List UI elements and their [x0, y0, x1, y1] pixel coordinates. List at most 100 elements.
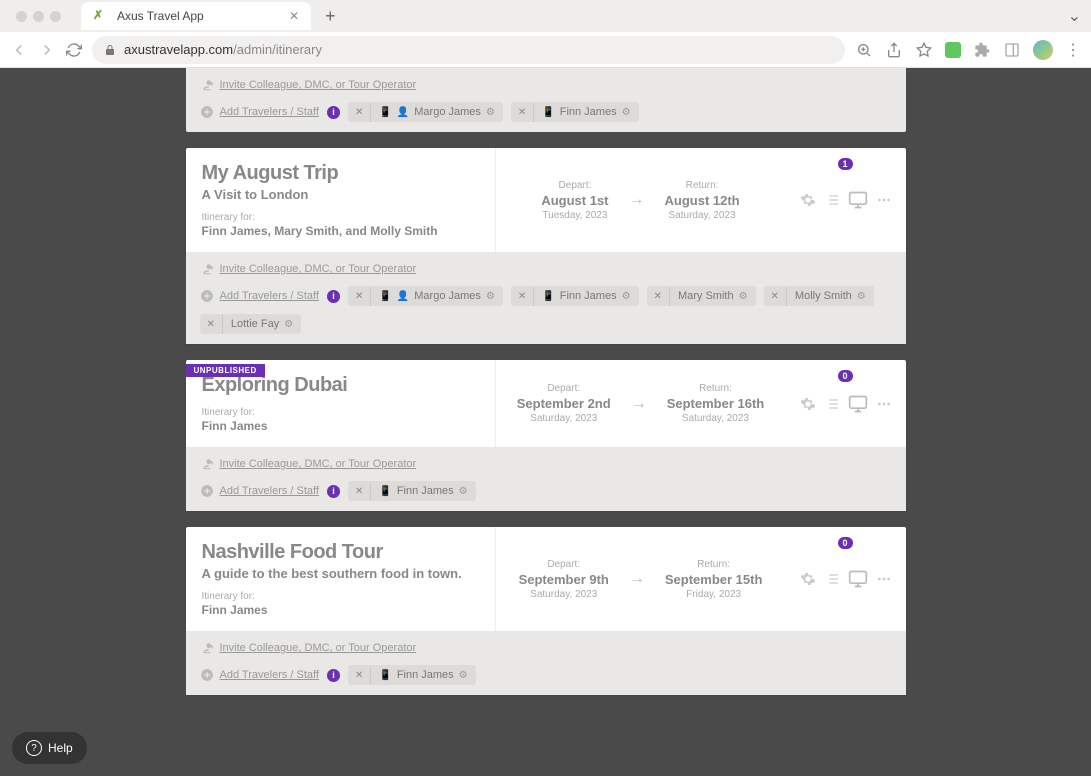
chip-remove-icon[interactable]: ✕ [348, 666, 371, 685]
traveler-chip: ✕ Lottie Fay ⚙ [200, 314, 302, 334]
monitor-icon[interactable] [848, 394, 868, 414]
forward-button[interactable] [38, 41, 56, 59]
traveler-chip: ✕ 📱Finn James⚙ [348, 665, 476, 685]
user-plus-icon [200, 78, 214, 92]
plus-circle-icon [200, 484, 214, 498]
page-content: Invite Colleague, DMC, or Tour Operator … [0, 68, 1091, 776]
zoom-icon[interactable] [855, 41, 873, 59]
nav-bar: axustravelapp.com/admin/itinerary ⋮ [0, 32, 1091, 68]
info-icon[interactable]: i [327, 106, 340, 119]
return-day: Friday, 2023 [665, 589, 763, 600]
traveler-chip: ✕ 📱Finn James⚙ [511, 286, 639, 306]
help-widget[interactable]: ? Help [12, 732, 87, 764]
monitor-icon[interactable] [848, 190, 868, 210]
chip-remove-icon[interactable]: ✕ [348, 287, 371, 306]
chip-name: Finn James [560, 106, 617, 118]
itinerary-footer: Invite Colleague, DMC, or Tour Operator … [186, 252, 906, 344]
gear-icon[interactable]: ⚙ [739, 291, 748, 302]
extension-panel-icon[interactable] [1003, 41, 1021, 59]
url-host: axustravelapp.com [124, 42, 233, 57]
chip-remove-icon[interactable]: ✕ [348, 103, 371, 122]
more-icon[interactable] [876, 396, 892, 412]
list-icon[interactable] [824, 396, 840, 412]
tab-bar: ✗ Axus Travel App ✕ + ⌄ [0, 0, 1091, 32]
invite-link[interactable]: Invite Colleague, DMC, or Tour Operator [200, 457, 417, 471]
info-icon[interactable]: i [327, 485, 340, 498]
invite-link[interactable]: Invite Colleague, DMC, or Tour Operator [200, 262, 417, 276]
invite-link[interactable]: Invite Colleague, DMC, or Tour Operator [200, 78, 417, 92]
plus-circle-icon [200, 105, 214, 119]
traveler-chip: ✕ 📱👤Margo James⚙ [348, 102, 503, 122]
itinerary-main[interactable]: Nashville Food Tour A guide to the best … [186, 527, 496, 631]
gear-icon[interactable]: ⚙ [459, 670, 468, 681]
itinerary-dates: Depart: September 2nd Saturday, 2023 → R… [496, 360, 786, 447]
chip-remove-icon[interactable]: ✕ [764, 287, 787, 306]
new-tab-button[interactable]: + [325, 6, 336, 27]
traveler-chip: ✕ 📱Finn James⚙ [348, 481, 476, 501]
list-icon[interactable] [824, 571, 840, 587]
chip-remove-icon[interactable]: ✕ [511, 287, 534, 306]
gear-icon[interactable] [800, 192, 816, 208]
return-day: Saturday, 2023 [665, 210, 740, 221]
list-icon[interactable] [824, 192, 840, 208]
gear-icon[interactable]: ⚙ [459, 486, 468, 497]
gear-icon[interactable]: ⚙ [857, 291, 866, 302]
add-travelers-link[interactable]: Add Travelers / Staff [200, 668, 319, 682]
window-maximize[interactable] [50, 11, 61, 22]
itinerary-title: Nashville Food Tour [202, 541, 479, 564]
gear-icon[interactable]: ⚙ [622, 107, 631, 118]
bookmark-icon[interactable] [915, 41, 933, 59]
tab-close-icon[interactable]: ✕ [289, 9, 299, 23]
add-travelers-link[interactable]: Add Travelers / Staff [200, 484, 319, 498]
phone-icon: 📱 [542, 107, 554, 118]
chip-remove-icon[interactable]: ✕ [200, 315, 223, 334]
gear-icon[interactable]: ⚙ [486, 291, 495, 302]
gear-icon[interactable] [800, 396, 816, 412]
reload-button[interactable] [66, 42, 82, 58]
itinerary-main[interactable]: My August Trip A Visit to London Itinera… [186, 148, 496, 252]
lock-icon [104, 44, 116, 56]
notification-badge: 0 [838, 370, 853, 382]
info-icon[interactable]: i [327, 290, 340, 303]
chip-remove-icon[interactable]: ✕ [647, 287, 670, 306]
depart-label: Depart: [519, 559, 609, 570]
traveler-chip: ✕ Mary Smith⚙ [647, 286, 756, 306]
chip-remove-icon[interactable]: ✕ [348, 482, 371, 501]
share-icon[interactable] [885, 41, 903, 59]
window-controls [8, 11, 69, 22]
depart-date: September 2nd [517, 396, 611, 411]
itinerary-actions: 0 [786, 360, 906, 447]
monitor-icon[interactable] [848, 569, 868, 589]
arrow-icon: → [629, 191, 645, 209]
extension-puzzle-icon[interactable] [973, 41, 991, 59]
return-label: Return: [665, 180, 740, 191]
phone-icon: 📱 [379, 486, 391, 497]
extension-green-icon[interactable] [945, 42, 961, 58]
invite-link[interactable]: Invite Colleague, DMC, or Tour Operator [200, 641, 417, 655]
more-icon[interactable] [876, 571, 892, 587]
url-bar[interactable]: axustravelapp.com/admin/itinerary [92, 36, 845, 64]
profile-avatar[interactable] [1033, 40, 1053, 60]
more-icon[interactable] [876, 192, 892, 208]
browser-menu-icon[interactable]: ⋮ [1065, 40, 1081, 60]
window-close[interactable] [16, 11, 27, 22]
depart-day: Saturday, 2023 [517, 413, 611, 424]
browser-tab[interactable]: ✗ Axus Travel App ✕ [81, 2, 311, 30]
gear-icon[interactable] [800, 571, 816, 587]
tab-overflow-icon[interactable]: ⌄ [1068, 6, 1081, 26]
window-minimize[interactable] [33, 11, 44, 22]
gear-icon[interactable]: ⚙ [486, 107, 495, 118]
itinerary-for: Finn James [202, 603, 479, 617]
info-icon[interactable]: i [327, 669, 340, 682]
add-travelers-link[interactable]: Add Travelers / Staff [200, 289, 319, 303]
add-travelers-link[interactable]: Add Travelers / Staff [200, 105, 319, 119]
traveler-chip: ✕ Molly Smith⚙ [764, 286, 874, 306]
chip-remove-icon[interactable]: ✕ [511, 103, 534, 122]
back-button[interactable] [10, 41, 28, 59]
chip-name: Lottie Fay [231, 318, 279, 330]
itinerary-for: Finn James, Mary Smith, and Molly Smith [202, 224, 479, 238]
gear-icon[interactable]: ⚙ [622, 291, 631, 302]
gear-icon[interactable]: ⚙ [284, 319, 293, 330]
user-icon: 👤 [397, 107, 409, 118]
itinerary-actions: 0 [786, 527, 906, 631]
